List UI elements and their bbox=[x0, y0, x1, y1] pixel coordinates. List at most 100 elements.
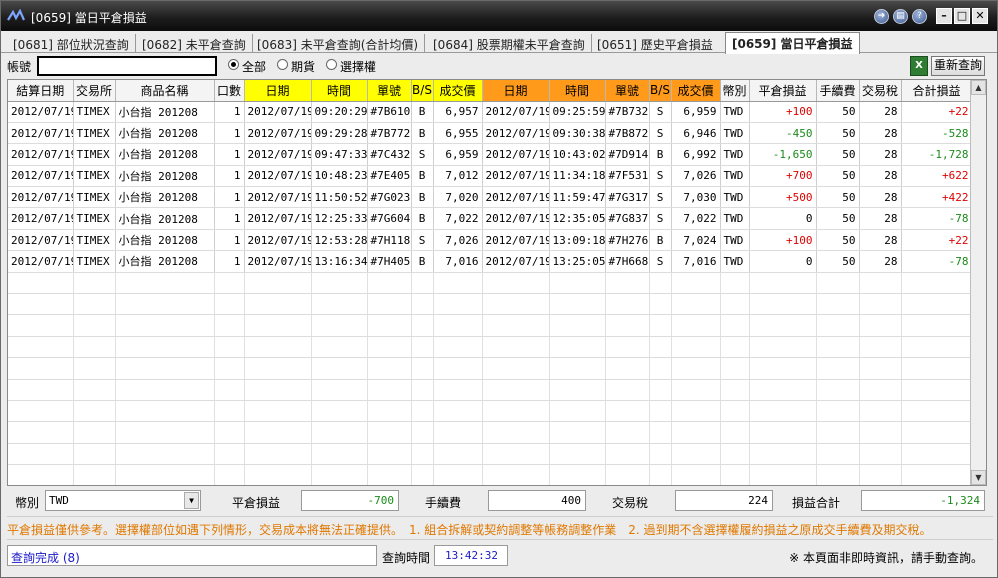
excel-icon[interactable]: X bbox=[910, 56, 928, 76]
tax-label: 交易稅 bbox=[612, 496, 649, 510]
table-row[interactable]: 2012/07/19 TIMEX 小台指 201208 1 2012/07/19 13:1… bbox=[8, 250, 973, 273]
table-cell: 小台指 201208 bbox=[115, 229, 215, 252]
table-row[interactable] bbox=[8, 272, 973, 295]
tab-0681[interactable]: [0681] 部位狀況查詢 bbox=[7, 34, 136, 53]
col-header[interactable]: 幣別 bbox=[720, 80, 750, 102]
minimize-icon[interactable]: – bbox=[936, 8, 952, 24]
close-icon[interactable]: ✕ bbox=[972, 8, 988, 24]
radio-options[interactable] bbox=[326, 59, 337, 70]
table-row[interactable]: 2012/07/19 TIMEX 小台指 201208 1 2012/07/19 12:5… bbox=[8, 229, 973, 252]
table-row[interactable] bbox=[8, 400, 973, 423]
col-header[interactable]: 口數 bbox=[214, 80, 245, 102]
table-cell: #7G837 bbox=[605, 207, 650, 230]
table-cell: 50 bbox=[816, 122, 860, 145]
table-cell: S bbox=[649, 101, 672, 123]
col-header[interactable]: B/S bbox=[411, 80, 434, 102]
col-header[interactable]: 成交價 bbox=[433, 80, 483, 102]
table-cell bbox=[901, 421, 973, 444]
col-header[interactable]: 結算日期 bbox=[8, 80, 74, 102]
table-cell bbox=[214, 293, 245, 316]
tab-0684[interactable]: [0684] 股票期權未平倉查詢 bbox=[427, 34, 592, 53]
table-cell bbox=[73, 272, 116, 295]
col-header[interactable]: 合計損益 bbox=[901, 80, 973, 102]
table-cell bbox=[411, 443, 434, 466]
col-header[interactable]: 單號 bbox=[367, 80, 412, 102]
table-cell bbox=[73, 421, 116, 444]
col-header[interactable]: 日期 bbox=[482, 80, 550, 102]
table-cell: TWD bbox=[720, 122, 750, 145]
table-row[interactable] bbox=[8, 443, 973, 466]
table-row[interactable]: 2012/07/19 TIMEX 小台指 201208 1 2012/07/19 09:4… bbox=[8, 143, 973, 166]
table-cell: 小台指 201208 bbox=[115, 250, 215, 273]
col-header[interactable]: 日期 bbox=[244, 80, 312, 102]
table-cell: #7B610 bbox=[367, 101, 412, 123]
help-icon[interactable]: ? bbox=[912, 9, 927, 24]
tab-0659[interactable]: [0659] 當日平倉損益 bbox=[725, 32, 860, 54]
account-input[interactable] bbox=[37, 56, 217, 76]
col-header[interactable]: 交易所 bbox=[73, 80, 116, 102]
table-row[interactable] bbox=[8, 357, 973, 380]
pl-value: -700 bbox=[301, 490, 399, 511]
table-cell: #7C432 bbox=[367, 143, 412, 166]
chevron-down-icon[interactable]: ▼ bbox=[184, 492, 199, 509]
query-time-value: 13:42:32 bbox=[434, 545, 508, 566]
scroll-up-icon[interactable]: ▲ bbox=[971, 80, 986, 95]
table-cell bbox=[411, 336, 434, 359]
radio-futures[interactable] bbox=[277, 59, 288, 70]
table-cell bbox=[901, 443, 973, 466]
col-header[interactable]: 交易稅 bbox=[859, 80, 902, 102]
table-row[interactable]: 2012/07/19 TIMEX 小台指 201208 1 2012/07/19 09:2… bbox=[8, 122, 973, 145]
table-cell bbox=[549, 336, 606, 359]
col-header[interactable]: 手續費 bbox=[816, 80, 860, 102]
table-cell bbox=[671, 443, 721, 466]
vertical-scrollbar[interactable]: ▲ ▼ bbox=[970, 80, 986, 485]
table-cell: #7H405 bbox=[367, 250, 412, 273]
table-cell bbox=[859, 272, 902, 295]
table-row[interactable] bbox=[8, 336, 973, 359]
maximize-icon[interactable]: □ bbox=[954, 8, 970, 24]
scroll-down-icon[interactable]: ▼ bbox=[971, 470, 986, 485]
table-cell bbox=[749, 272, 817, 295]
table-cell: TIMEX bbox=[73, 143, 116, 166]
table-cell bbox=[605, 400, 650, 423]
table-row[interactable]: 2012/07/19 TIMEX 小台指 201208 1 2012/07/19 11:5… bbox=[8, 186, 973, 209]
table-row[interactable] bbox=[8, 293, 973, 316]
col-header[interactable]: 成交價 bbox=[671, 80, 721, 102]
table-cell bbox=[311, 464, 368, 485]
col-header[interactable]: 時間 bbox=[549, 80, 606, 102]
table-cell: 6,955 bbox=[433, 122, 483, 145]
print-icon[interactable]: ▤ bbox=[893, 9, 908, 24]
radio-all[interactable] bbox=[228, 59, 239, 70]
table-cell bbox=[311, 336, 368, 359]
table-cell bbox=[411, 272, 434, 295]
notice-text: 平倉損益僅供參考。選擇權部位如遇下列情形，交易成本將無法正確提供。 1. 組合拆… bbox=[7, 516, 993, 540]
table-cell bbox=[859, 379, 902, 401]
tab-strip: [0681] 部位狀況查詢 [0682] 未平倉查詢 [0683] 未平倉查詢(… bbox=[1, 31, 997, 54]
table-cell bbox=[901, 400, 973, 423]
col-header[interactable]: B/S bbox=[649, 80, 672, 102]
tab-0651[interactable]: [0651] 歷史平倉損益 bbox=[591, 34, 719, 53]
currency-select[interactable]: TWD ▼ bbox=[45, 490, 201, 511]
table-row[interactable]: 2012/07/19 TIMEX 小台指 201208 1 2012/07/19 09:2… bbox=[8, 101, 973, 123]
table-row[interactable]: 2012/07/19 TIMEX 小台指 201208 1 2012/07/19 12:2… bbox=[8, 207, 973, 230]
requery-button[interactable]: 重新查詢 bbox=[931, 56, 985, 76]
col-header[interactable]: 平倉損益 bbox=[749, 80, 817, 102]
table-cell: 11:59:47 bbox=[549, 186, 606, 209]
table-row[interactable] bbox=[8, 464, 973, 485]
table-cell: TIMEX bbox=[73, 207, 116, 230]
table-cell bbox=[214, 272, 245, 295]
table-row[interactable]: 2012/07/19 TIMEX 小台指 201208 1 2012/07/19 10:4… bbox=[8, 165, 973, 188]
table-cell bbox=[816, 314, 860, 337]
table-row[interactable] bbox=[8, 314, 973, 337]
table-cell: B bbox=[411, 186, 434, 209]
col-header[interactable]: 商品名稱 bbox=[115, 80, 215, 102]
forward-icon[interactable]: ➜ bbox=[874, 9, 889, 24]
tab-0683[interactable]: [0683] 未平倉查詢(合計均價) bbox=[251, 34, 426, 53]
tab-0682[interactable]: [0682] 未平倉查詢 bbox=[136, 34, 253, 53]
col-header[interactable]: 單號 bbox=[605, 80, 650, 102]
table-row[interactable] bbox=[8, 421, 973, 444]
col-header[interactable]: 時間 bbox=[311, 80, 368, 102]
table-row[interactable] bbox=[8, 379, 973, 401]
table-cell bbox=[8, 379, 74, 401]
table-cell: 28 bbox=[859, 250, 902, 273]
